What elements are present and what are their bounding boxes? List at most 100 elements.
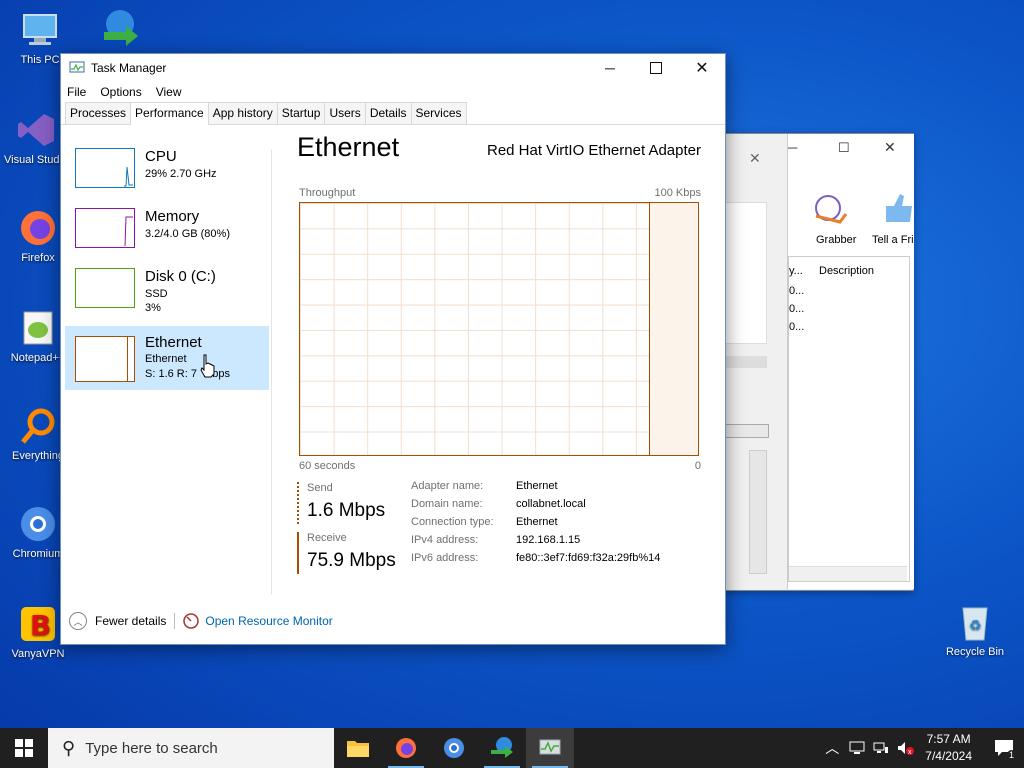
desktop-icon-idm[interactable] [86,6,150,52]
close-button[interactable]: ✕ [679,54,725,82]
bg-maximize-icon[interactable]: ☐ [838,140,850,156]
start-button[interactable] [0,728,48,768]
property-key: IPv6 address: [411,552,479,564]
graph-max-label: 100 Kbps [654,187,701,199]
bg-list[interactable]: Description y... 0... 0... 0... [788,256,910,582]
resource-throughput: S: 1.6 R: 7 Mbps [145,368,230,380]
property-value: fe80::3ef7:fd69:f32a:29fb%14 [516,552,661,564]
adapter-name-heading: Red Hat VirtIO Ethernet Adapter [486,142,701,159]
tab-startup[interactable]: Startup [276,102,326,124]
resource-name: Memory [145,208,200,225]
maximize-icon [650,62,662,74]
speaker-muted-icon[interactable]: x [897,741,915,755]
bg-close-icon[interactable]: ✕ [749,150,761,167]
bg-column-header: Description [819,265,875,277]
taskbar-search-box[interactable]: ⚲ Type here to search [48,728,334,768]
resource-memory[interactable]: Memory 3.2/4.0 GB (80%) [65,204,269,268]
footer-divider [174,613,176,629]
notification-count: 1 [1006,750,1016,760]
notepad-plus-icon [16,306,60,350]
windows-logo-icon [15,739,33,757]
resource-name: CPU [145,148,177,165]
bg-minimize-icon[interactable]: ─ [788,140,797,155]
desktop-icon-recycle-bin[interactable]: ♻ Recycle Bin [944,600,1006,658]
bg-row: 0... [789,303,805,315]
title-bar[interactable]: Task Manager ─ ✕ [61,54,725,82]
clock-date: 7/4/2024 [925,749,972,763]
resource-list: CPU 29% 2.70 GHz Memory 3.2/4.0 GB (80%)… [61,126,271,604]
taskbar-chromium[interactable] [430,728,478,768]
property-value: 192.168.1.15 [516,534,581,546]
notification-center-button[interactable]: 1 [984,728,1024,768]
thumbs-up-icon[interactable] [880,190,914,231]
tab-users[interactable]: Users [324,102,366,124]
resource-detail: 3.2/4.0 GB (80%) [145,228,230,240]
tab-processes[interactable]: Processes [65,102,132,124]
property-key: Connection type: [411,516,494,528]
bg-close-icon-2[interactable]: ✕ [884,139,896,156]
chromium-icon [16,502,60,546]
hand-cursor-icon [200,354,215,378]
property-key: Adapter name: [411,480,484,492]
taskbar-file-explorer[interactable] [334,728,382,768]
network-icon[interactable] [873,741,889,755]
taskbar-idm[interactable] [478,728,526,768]
resource-usage: 3% [145,302,161,314]
graph-recent-region [649,203,698,455]
property-row: Connection type: Ethernet [411,516,660,534]
send-value: 1.6 Mbps [307,500,386,521]
folder-icon [347,741,369,757]
adapter-properties: Adapter name: Ethernet Domain name: collab… [411,480,660,570]
receive-label: Receive [307,532,347,544]
task-manager-window[interactable]: Task Manager ─ ✕ File Options View Proce… [60,53,726,645]
grabber-icon[interactable] [810,192,854,233]
vpn-icon: B [16,602,60,646]
maximize-button[interactable] [633,54,679,82]
minimize-icon: ─ [605,60,615,76]
taskbar-task-manager[interactable] [526,728,574,768]
resource-disk[interactable]: Disk 0 (C:) SSD 3% [65,264,269,328]
tab-bar: Processes Performance App history Startu… [61,102,725,125]
memory-thumbnail [75,208,135,248]
resource-detail: 29% 2.70 GHz [145,168,217,180]
send-label: Send [307,482,333,494]
footer-bar: ︿ Fewer details Open Resource Monitor [61,598,725,644]
taskbar: ⚲ Type here to search ︿ x 7:57 AM 7/4/20… [0,728,1024,768]
everything-search-icon [16,404,60,448]
bg-row: y... [789,265,803,277]
minimize-button[interactable]: ─ [587,54,633,82]
resource-detail: SSD [145,288,168,300]
tab-services[interactable]: Services [410,102,467,124]
bg-panel [725,202,767,344]
tab-performance[interactable]: Performance [130,102,209,125]
desktop-icon-visual-studio[interactable]: Visual Studio 2017 [4,108,68,166]
tab-app-history[interactable]: App history [207,102,278,124]
property-row: Adapter name: Ethernet [411,480,660,498]
clock[interactable]: 7:57 AM 7/4/2024 [925,731,972,765]
resource-cpu[interactable]: CPU 29% 2.70 GHz [65,144,269,208]
display-icon[interactable] [849,741,865,755]
property-value: Ethernet [516,480,558,492]
bg-window-left-pane: ✕ [725,134,787,590]
panel-title: Ethernet [297,132,400,162]
clock-time: 7:57 AM [926,732,971,746]
chevron-up-icon[interactable]: ︿ [825,738,839,758]
svg-text:x: x [908,749,912,755]
ethernet-thumbnail [75,336,135,382]
background-window[interactable]: ✕ ─ ☐ ✕ Grabber Tell a Fri Description y… [724,133,914,591]
bg-h-scrollbar[interactable] [789,566,907,581]
resource-ethernet[interactable]: Ethernet Ethernet S: 1.6 R: 7 Mbps [65,326,269,390]
close-icon: ✕ [695,60,709,77]
taskbar-firefox[interactable] [382,728,430,768]
menu-options[interactable]: Options [100,85,141,99]
menu-bar: File Options View [61,82,725,102]
performance-content: CPU 29% 2.70 GHz Memory 3.2/4.0 GB (80%)… [61,126,725,604]
open-resource-monitor-link[interactable]: Open Resource Monitor [183,613,333,629]
menu-file[interactable]: File [67,85,86,99]
bg-scrollbar[interactable] [749,450,767,574]
menu-view[interactable]: View [156,85,182,99]
search-icon: ⚲ [62,737,76,758]
fewer-details-button[interactable]: ︿ Fewer details [69,612,166,630]
ethernet-thumb-line [127,337,128,381]
tab-details[interactable]: Details [364,102,412,124]
